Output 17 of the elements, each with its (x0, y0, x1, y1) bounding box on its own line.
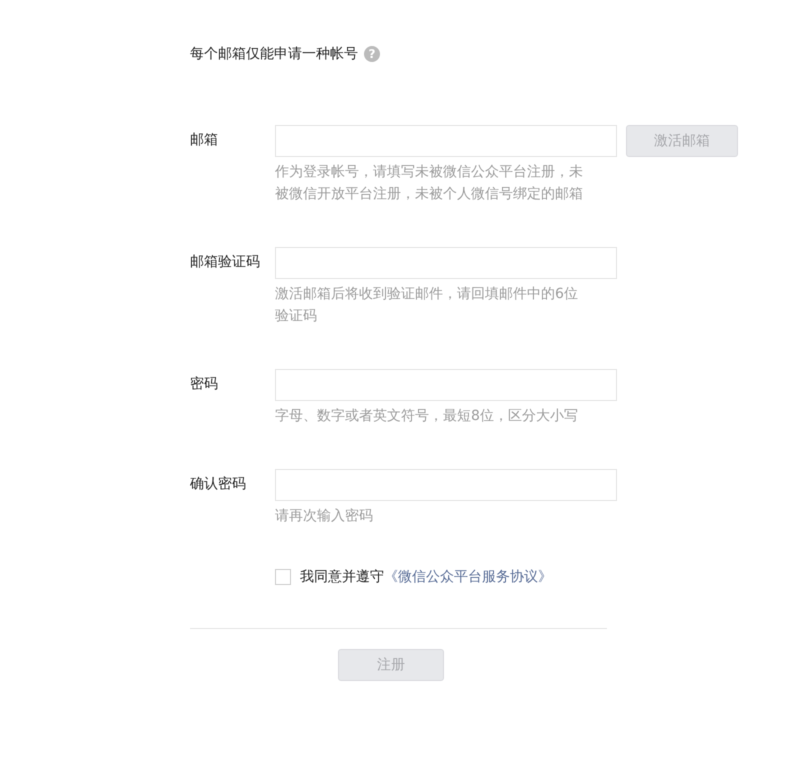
input-field[interactable] (275, 469, 617, 501)
field-hint: 字母、数字或者英文符号，最短8位，区分大小写 (275, 407, 579, 426)
input-field[interactable] (275, 247, 617, 279)
help-icon[interactable]: ? (364, 46, 380, 62)
agreement-link[interactable]: 《微信公众平台服务协议》 (384, 568, 552, 586)
field-hint: 激活邮箱后将收到验证邮件，请回填邮件中的6位验证码 (275, 285, 579, 326)
agree-text: 我同意并遵守 (300, 568, 384, 586)
field-hint: 作为登录帐号，请填写未被微信公众平台注册，未被微信开放平台注册，未被个人微信号绑定的邮箱 (275, 163, 584, 204)
input-field[interactable] (275, 369, 617, 401)
field-label: 邮箱 (190, 131, 219, 150)
field-hint: 请再次输入密码 (275, 507, 374, 526)
field-label: 确认密码 (190, 475, 247, 494)
field-label: 密码 (190, 375, 219, 394)
agree-checkbox[interactable] (275, 569, 291, 585)
field-label: 邮箱验证码 (190, 253, 261, 272)
notice-text: 每个邮箱仅能申请一种帐号 (190, 45, 358, 63)
input-field[interactable] (275, 125, 617, 157)
